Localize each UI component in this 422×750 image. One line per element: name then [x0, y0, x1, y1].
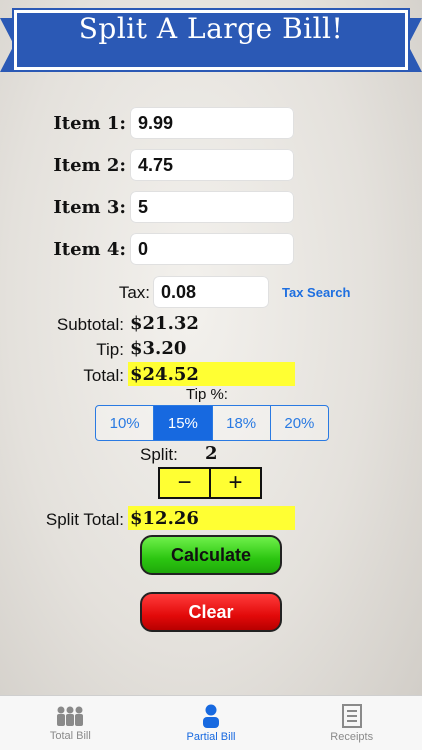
tax-label: Tax:	[118, 283, 150, 302]
subtotal-label: Subtotal:	[56, 315, 124, 334]
total-value: $24.52	[130, 364, 199, 385]
tab-receipts[interactable]: Receipts	[281, 696, 422, 750]
split-label: Split:	[140, 445, 178, 464]
item-3-label: Item 3:	[53, 197, 126, 218]
split-stepper: − +	[158, 467, 262, 499]
split-total-label: Split Total:	[45, 510, 124, 529]
calculate-button[interactable]: Calculate	[140, 535, 282, 575]
subtotal-value: $21.32	[130, 313, 199, 334]
group-icon	[57, 706, 84, 726]
tax-input[interactable]: 0.08	[153, 276, 269, 308]
tab-total-bill[interactable]: Total Bill	[0, 696, 141, 750]
clear-button[interactable]: Clear	[140, 592, 282, 632]
banner: Split A Large Bill!	[0, 0, 422, 84]
split-value: 2	[205, 443, 218, 464]
tab-receipts-label: Receipts	[330, 730, 374, 743]
tab-partial-bill-label: Partial Bill	[186, 730, 236, 743]
item-2-input[interactable]: 4.75	[130, 149, 294, 181]
split-decrement-button[interactable]: −	[160, 469, 211, 497]
tip-option-10[interactable]: 10%	[96, 406, 155, 440]
item-3-input[interactable]: 5	[130, 191, 294, 223]
banner-title: Split A Large Bill!	[78, 12, 344, 45]
total-label: Total:	[83, 366, 124, 385]
split-increment-button[interactable]: +	[211, 469, 260, 497]
split-total-value: $12.26	[130, 508, 199, 529]
tab-bar: Total Bill Partial Bill Receipts	[0, 695, 422, 750]
tip-percent-label: Tip %:	[186, 386, 228, 403]
tab-total-bill-label: Total Bill	[49, 729, 91, 742]
item-4-input[interactable]: 0	[130, 233, 294, 265]
tip-option-20[interactable]: 20%	[271, 406, 328, 440]
tip-value: $3.20	[130, 338, 187, 359]
item-2-label: Item 2:	[53, 155, 126, 176]
tip-option-15[interactable]: 15%	[154, 406, 213, 440]
tab-partial-bill[interactable]: Partial Bill	[141, 696, 282, 750]
tip-option-18[interactable]: 18%	[213, 406, 271, 440]
receipt-icon	[341, 703, 362, 728]
tip-label: Tip:	[96, 340, 124, 359]
tip-percent-selector: 10% 15% 18% 20%	[95, 405, 329, 441]
item-4-label: Item 4:	[53, 239, 126, 260]
person-icon	[203, 704, 219, 728]
item-1-label: Item 1:	[53, 113, 126, 134]
item-1-input[interactable]: 9.99	[130, 107, 294, 139]
tax-search-link[interactable]: Tax Search	[282, 285, 350, 300]
